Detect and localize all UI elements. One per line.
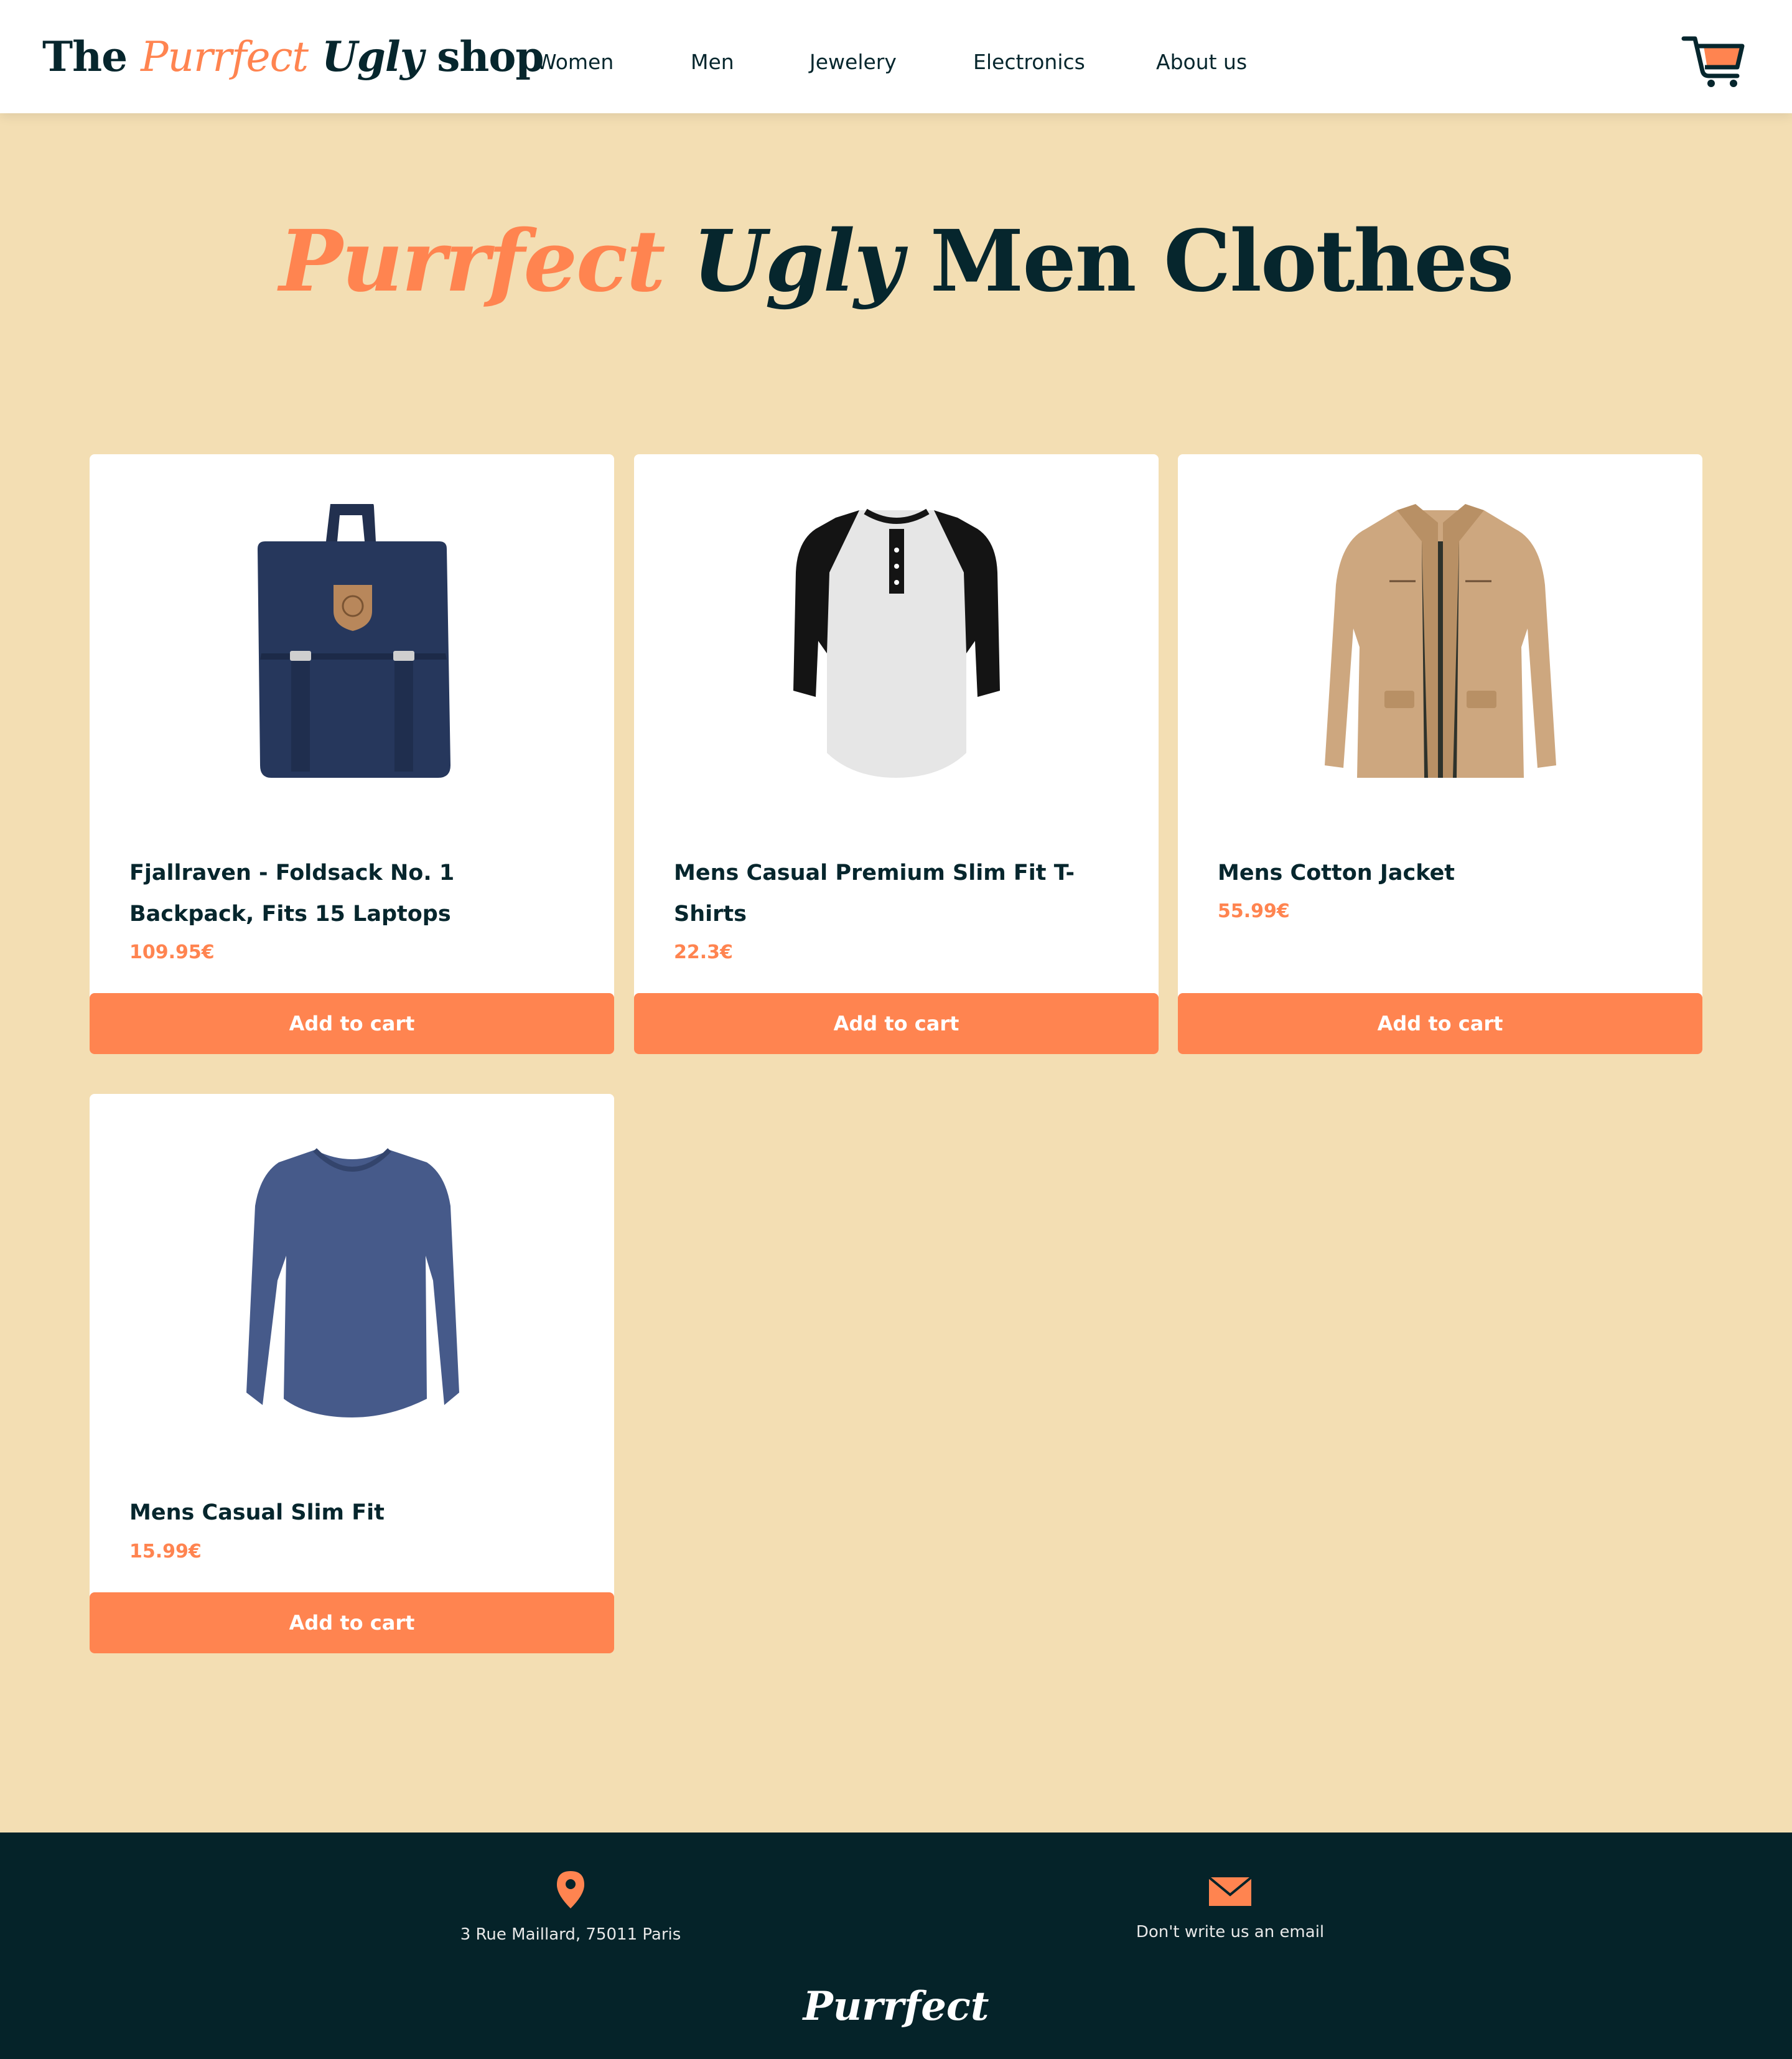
site-logo[interactable]: The Purrfect Ugly shop [42,29,544,85]
product-price: 109.95€ [129,941,215,963]
add-to-cart-button[interactable]: Add to cart [90,1592,614,1653]
title-word-ugly: Ugly [693,212,903,311]
email-text[interactable]: Don't write us an email [1106,1921,1355,1943]
page-title: Purrfect Ugly Men Clothes [0,205,1792,317]
nav-item-about-us[interactable]: About us [1156,49,1247,76]
product-image-long-sleeve-shirt[interactable] [90,1137,614,1430]
footer-brand: Purrfect [803,1983,989,2030]
product-image-backpack[interactable] [90,498,614,790]
add-to-cart-button[interactable]: Add to cart [634,993,1159,1054]
product-title[interactable]: Mens Cotton Jacket [1218,852,1666,894]
footer-address: 3 Rue Maillard, 75011 Paris [446,1870,695,1946]
logo-word-shop: shop [437,32,544,81]
product-price: 15.99€ [129,1541,202,1562]
product-title[interactable]: Mens Casual Slim Fit [129,1492,577,1533]
nav-item-men[interactable]: Men [691,49,734,76]
add-to-cart-button[interactable]: Add to cart [90,993,614,1054]
product-card: Fjallraven - Foldsack No. 1 Backpack, Fi… [90,454,614,1054]
logo-word-ugly: Ugly [322,32,424,81]
product-title[interactable]: Fjallraven - Foldsack No. 1 Backpack, Fi… [129,852,577,935]
product-image-raglan-tshirt[interactable] [634,498,1159,790]
logo-word-the: The [42,32,128,81]
nav-item-electronics[interactable]: Electronics [973,49,1085,76]
nav-item-women[interactable]: Women [536,49,614,76]
title-word-purrfect: Purrfect [279,212,666,311]
site-header: The Purrfect Ugly shop Women Men Jeweler… [0,0,1792,113]
product-price: 55.99€ [1218,900,1290,922]
location-pin-icon [557,1871,584,1908]
logo-word-purrfect: Purrfect [141,33,309,81]
title-rest: Men Clothes [930,212,1514,311]
product-image-jacket[interactable] [1178,498,1702,790]
add-to-cart-button[interactable]: Add to cart [1178,993,1702,1054]
nav-item-jewelery[interactable]: Jewelery [810,49,897,76]
site-footer: 3 Rue Maillard, 75011 Paris Don't write … [0,1833,1792,2059]
product-title[interactable]: Mens Casual Premium Slim Fit T-Shirts [674,852,1122,935]
product-card: Mens Casual Premium Slim Fit T-Shirts 22… [634,454,1159,1054]
product-card: Mens Cotton Jacket 55.99€ Add to cart [1178,454,1702,1054]
shopping-cart-icon[interactable] [1680,32,1748,88]
footer-email[interactable]: Don't write us an email [1106,1870,1355,1943]
address-text: 3 Rue Maillard, 75011 Paris [460,1925,681,1944]
envelope-icon [1208,1876,1253,1906]
product-card: Mens Casual Slim Fit 15.99€ Add to cart [90,1094,614,1653]
product-price: 22.3€ [674,941,733,963]
